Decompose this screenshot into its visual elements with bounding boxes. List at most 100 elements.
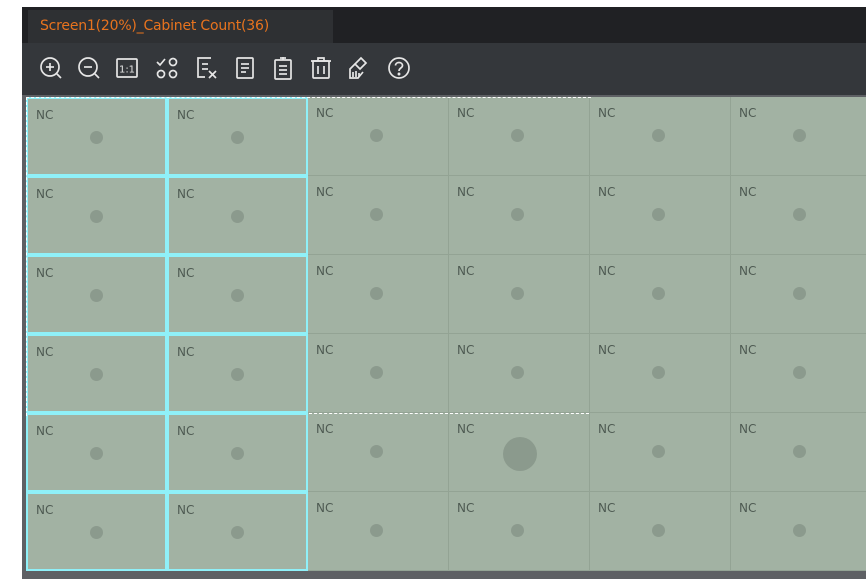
cabinet-label: NC <box>598 343 616 357</box>
cabinet-label: NC <box>457 501 475 515</box>
cabinet-center-dot <box>652 129 665 142</box>
paste-button[interactable] <box>268 53 298 83</box>
cabinet-cell[interactable]: NC <box>308 492 449 571</box>
cabinet-center-dot <box>370 129 383 142</box>
cabinet-center-dot <box>511 524 524 537</box>
cabinet-label: NC <box>316 106 334 120</box>
cabinet-cell[interactable]: NC <box>308 255 449 334</box>
app-window: Screen1(20%)_Cabinet Count(36) 1:1 NC NC… <box>22 7 866 579</box>
svg-text:1:1: 1:1 <box>119 65 135 76</box>
cabinet-cell[interactable]: NC <box>449 492 590 571</box>
cabinet-center-dot <box>90 368 103 381</box>
cabinet-cell[interactable]: NC <box>590 413 731 492</box>
cabinet-label: NC <box>739 185 757 199</box>
cabinet-cell[interactable]: NC <box>449 334 590 413</box>
cabinet-label: NC <box>177 187 195 201</box>
cabinet-cell[interactable]: NC <box>731 492 866 571</box>
zoom-out-icon <box>78 57 100 79</box>
zoom-in-button[interactable] <box>36 53 66 83</box>
cabinet-label: NC <box>36 187 54 201</box>
cabinet-cell[interactable]: NC <box>590 334 731 413</box>
cabinet-label: NC <box>598 501 616 515</box>
cabinet-cell[interactable]: NC <box>308 176 449 255</box>
cabinet-center-dot <box>90 289 103 302</box>
cabinet-cell[interactable]: NC <box>167 255 308 334</box>
copy-button[interactable] <box>230 53 260 83</box>
cabinet-cell[interactable]: NC <box>167 334 308 413</box>
cabinet-center-dot <box>231 368 244 381</box>
cabinet-center-dot <box>511 366 524 379</box>
cabinet-label: NC <box>36 266 54 280</box>
cabinet-center-dot <box>652 524 665 537</box>
cabinet-center-dot <box>90 210 103 223</box>
cabinet-center-dot <box>370 524 383 537</box>
layout-icon <box>156 57 178 79</box>
cabinet-label: NC <box>316 343 334 357</box>
cabinet-cell[interactable]: NC <box>449 176 590 255</box>
help-icon <box>388 57 410 79</box>
cabinet-cell[interactable]: NC <box>449 97 590 176</box>
cabinet-cell[interactable]: NC <box>167 492 308 571</box>
cabinet-cell[interactable]: NC <box>590 492 731 571</box>
cabinet-cell[interactable]: NC <box>308 413 449 492</box>
cabinet-label: NC <box>36 503 54 517</box>
zoom-out-button[interactable] <box>74 53 104 83</box>
cabinet-label: NC <box>177 345 195 359</box>
cabinet-cell[interactable]: NC <box>590 255 731 334</box>
clear-button[interactable] <box>192 53 222 83</box>
cabinet-center-dot <box>370 366 383 379</box>
paste-icon <box>274 57 292 80</box>
cabinet-cell[interactable]: NC <box>26 176 167 255</box>
cabinet-center-dot <box>793 366 806 379</box>
cabinet-cell[interactable]: NC <box>731 255 866 334</box>
cabinet-cell[interactable]: NC <box>26 413 167 492</box>
cabinet-label: NC <box>177 424 195 438</box>
cabinet-center-dot <box>503 437 537 471</box>
cabinet-cell[interactable]: NC <box>731 97 866 176</box>
delete-button[interactable] <box>306 53 336 83</box>
cabinet-label: NC <box>598 422 616 436</box>
tab-bar: Screen1(20%)_Cabinet Count(36) <box>22 7 866 43</box>
cabinet-cell[interactable]: NC <box>731 176 866 255</box>
cabinet-cell[interactable]: NC <box>731 334 866 413</box>
cabinet-center-dot <box>793 287 806 300</box>
cabinet-cell[interactable]: NC <box>308 97 449 176</box>
clean-button[interactable] <box>344 53 374 83</box>
screen-canvas[interactable]: NC NC NC NC NC NC NC NC NC NC NC NC NC NC NC NC NC NC NC NC… <box>22 95 866 579</box>
cabinet-label: NC <box>598 106 616 120</box>
cabinet-cell[interactable]: NC <box>167 97 308 176</box>
cabinet-center-dot <box>231 131 244 144</box>
cabinet-cell[interactable]: NC <box>590 176 731 255</box>
actual-size-button[interactable]: 1:1 <box>112 53 142 83</box>
cabinet-cell[interactable]: NC <box>26 97 167 176</box>
cabinet-cell[interactable]: NC <box>167 413 308 492</box>
copy-icon <box>236 57 254 79</box>
cabinet-center-dot <box>231 210 244 223</box>
cabinet-center-dot <box>652 445 665 458</box>
cabinet-cell[interactable]: NC <box>449 413 590 492</box>
cabinet-cell[interactable]: NC <box>731 413 866 492</box>
cabinet-center-dot <box>90 447 103 460</box>
cabinet-cell[interactable]: NC <box>26 492 167 571</box>
cabinet-cell[interactable]: NC <box>449 255 590 334</box>
toolbar: 1:1 <box>22 43 866 95</box>
cabinet-center-dot <box>370 287 383 300</box>
cabinet-center-dot <box>511 287 524 300</box>
cabinet-cell[interactable]: NC <box>590 97 731 176</box>
cabinet-center-dot <box>652 287 665 300</box>
cabinet-center-dot <box>90 131 103 144</box>
cabinet-cell[interactable]: NC <box>167 176 308 255</box>
cabinet-cell[interactable]: NC <box>26 334 167 413</box>
actual-size-icon: 1:1 <box>116 58 138 78</box>
layout-button[interactable] <box>152 53 182 83</box>
cabinet-center-dot <box>652 208 665 221</box>
cabinet-label: NC <box>739 343 757 357</box>
cabinet-center-dot <box>90 526 103 539</box>
cabinet-label: NC <box>598 264 616 278</box>
help-button[interactable] <box>384 53 414 83</box>
clear-icon <box>197 57 217 79</box>
cabinet-cell[interactable]: NC <box>308 334 449 413</box>
cabinet-label: NC <box>457 185 475 199</box>
tab-screen1[interactable]: Screen1(20%)_Cabinet Count(36) <box>28 10 333 43</box>
cabinet-cell[interactable]: NC <box>26 255 167 334</box>
